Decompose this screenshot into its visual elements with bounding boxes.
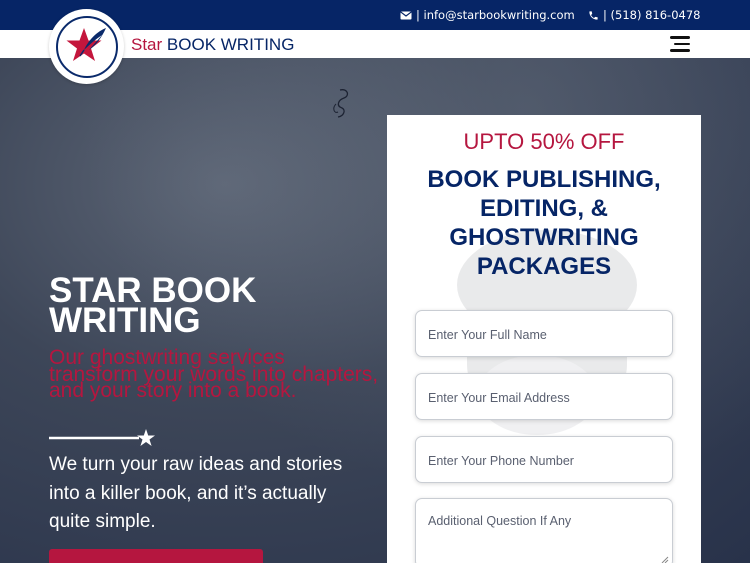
star-divider-icon (49, 429, 155, 446)
hero-cta-button[interactable] (49, 549, 263, 563)
hero-section: STAR BOOK WRITING Our ghostwriting servi… (0, 58, 750, 563)
brand-name[interactable]: Star BOOK WRITING (131, 35, 294, 55)
envelope-icon (400, 10, 412, 19)
phone-input[interactable]: Enter Your Phone Number (415, 436, 673, 483)
brand-name-rest: BOOK WRITING (162, 35, 295, 54)
site-logo[interactable] (49, 9, 124, 84)
email-input[interactable]: Enter Your Email Address (415, 373, 673, 420)
doodle-icon (333, 89, 349, 118)
phone-icon (589, 10, 598, 20)
phone-contact-link[interactable]: | (518) 816-0478 (588, 8, 700, 22)
hero-title: STAR BOOK WRITING (49, 271, 257, 340)
lead-form-card: UPTO 50% OFF BOOK PUBLISHING, EDITING, &… (387, 115, 701, 563)
offer-banner: UPTO 50% OFF (463, 129, 625, 154)
phone-text: | (518) 816-0478 (603, 8, 701, 22)
email-contact-link[interactable]: | info@starbookwriting.com (400, 8, 575, 22)
question-textarea[interactable]: Additional Question If Any (415, 498, 673, 563)
hero-subtitle: Our ghostwriting services transform your… (49, 346, 379, 402)
hamburger-menu-icon[interactable] (670, 36, 690, 52)
star-quill-logo-icon (55, 15, 118, 78)
hero-description: We turn your raw ideas and stories into … (49, 454, 343, 532)
email-text: | info@starbookwriting.com (416, 8, 575, 22)
resize-handle-icon[interactable] (661, 556, 669, 563)
question-placeholder: Additional Question If Any (428, 514, 572, 528)
brand-name-star: Star (131, 35, 163, 54)
offer-title: BOOK PUBLISHING, EDITING, & GHOSTWRITING… (427, 166, 661, 280)
full-name-input[interactable]: Enter Your Full Name (415, 310, 673, 357)
